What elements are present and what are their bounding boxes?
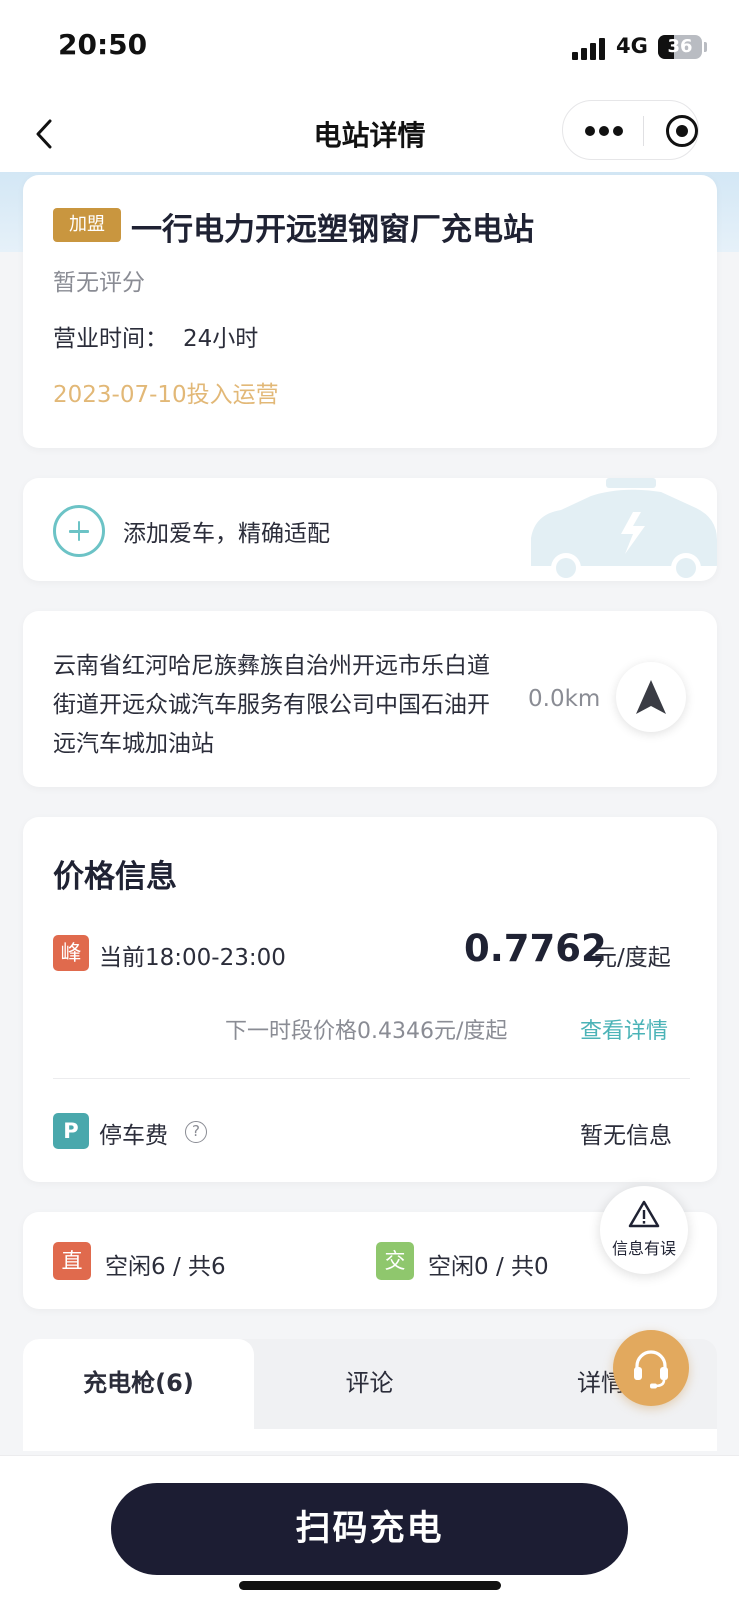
current-period: 当前18:00-23:00 <box>99 945 286 971</box>
open-date: 2023-07-10投入运营 <box>53 382 279 408</box>
status-bar: 20:50 4G 36 <box>0 0 739 96</box>
bottom-action-bar: 扫码充电 <box>0 1455 739 1600</box>
tab-comments[interactable]: 评论 <box>254 1339 485 1429</box>
current-price: 0.7762 <box>464 927 607 970</box>
price-section-title: 价格信息 <box>53 859 177 895</box>
business-hours-label: 营业时间： <box>53 326 168 352</box>
headset-icon <box>634 1350 668 1389</box>
business-hours-value: 24小时 <box>183 326 259 352</box>
report-error-label: 信息有误 <box>611 1239 676 1258</box>
view-price-detail-link[interactable]: 查看详情 <box>580 1013 668 1045</box>
address-card: 云南省红河哈尼族彝族自治州开远市乐白道街道开远众诚汽车服务有限公司中国石油开远汽… <box>23 611 717 787</box>
tab-chargers[interactable]: 充电枪(6) <box>23 1339 254 1429</box>
battery-level: 36 <box>667 36 693 57</box>
franchise-tag: 加盟 <box>53 208 121 242</box>
navigation-arrow-icon <box>636 680 666 714</box>
signal-icon <box>572 38 606 60</box>
status-time: 20:50 <box>58 28 148 61</box>
capsule-divider <box>643 116 644 146</box>
detail-tabs: 充电枪(6) 评论 详情 <box>23 1339 717 1429</box>
ac-availability: 空闲0 / 共0 <box>428 1254 549 1280</box>
network-type: 4G <box>616 34 648 58</box>
add-car-label[interactable]: 添加爱车，精确适配 <box>123 514 330 548</box>
navigate-button[interactable] <box>616 662 686 732</box>
station-address: 云南省红河哈尼族彝族自治州开远市乐白道街道开远众诚汽车服务有限公司中国石油开远汽… <box>53 653 490 757</box>
scan-to-charge-button[interactable]: 扫码充电 <box>111 1483 628 1575</box>
battery-icon: 36 <box>658 35 702 59</box>
plus-circle-icon[interactable] <box>53 505 105 557</box>
divider <box>53 1078 690 1079</box>
price-unit: 元/度起 <box>594 945 671 971</box>
peak-badge: 峰 <box>53 935 89 971</box>
parking-fee-label: 停车费 <box>99 1123 168 1149</box>
dc-badge: 直 <box>53 1242 91 1280</box>
ac-badge: 交 <box>376 1242 414 1280</box>
nav-bar: 电站详情 <box>0 96 739 172</box>
miniprogram-capsule <box>562 100 699 160</box>
station-distance: 0.0km <box>528 686 601 712</box>
tab-content <box>23 1429 717 1451</box>
customer-service-button[interactable] <box>613 1330 689 1406</box>
station-name: 一行电力开远塑钢窗厂充电站 <box>131 212 534 248</box>
report-error-button[interactable]: 信息有误 <box>600 1186 688 1274</box>
station-info-card: 加盟 一行电力开远塑钢窗厂充电站 暂无评分 营业时间： 24小时 2023-07-… <box>23 175 717 448</box>
next-period-price: 下一时段价格0.4346元/度起 <box>225 1019 508 1044</box>
home-indicator <box>239 1581 501 1590</box>
parking-fee-value: 暂无信息 <box>580 1123 672 1149</box>
electric-car-icon <box>531 478 717 581</box>
battery-cap <box>704 42 707 52</box>
price-info-card: 价格信息 峰 当前18:00-23:00 0.7762 元/度起 下一时段价格0… <box>23 817 717 1182</box>
warning-icon <box>628 1200 660 1228</box>
more-dots-icon[interactable] <box>585 125 625 137</box>
add-car-card[interactable]: 添加爱车，精确适配 <box>23 478 717 581</box>
dc-availability: 空闲6 / 共6 <box>105 1254 226 1280</box>
miniprogram-target-icon[interactable] <box>666 115 698 147</box>
help-icon[interactable]: ? <box>185 1121 207 1143</box>
parking-badge: P <box>53 1113 89 1149</box>
station-rating: 暂无评分 <box>53 270 145 296</box>
business-hours: 营业时间： 24小时 <box>53 319 258 353</box>
